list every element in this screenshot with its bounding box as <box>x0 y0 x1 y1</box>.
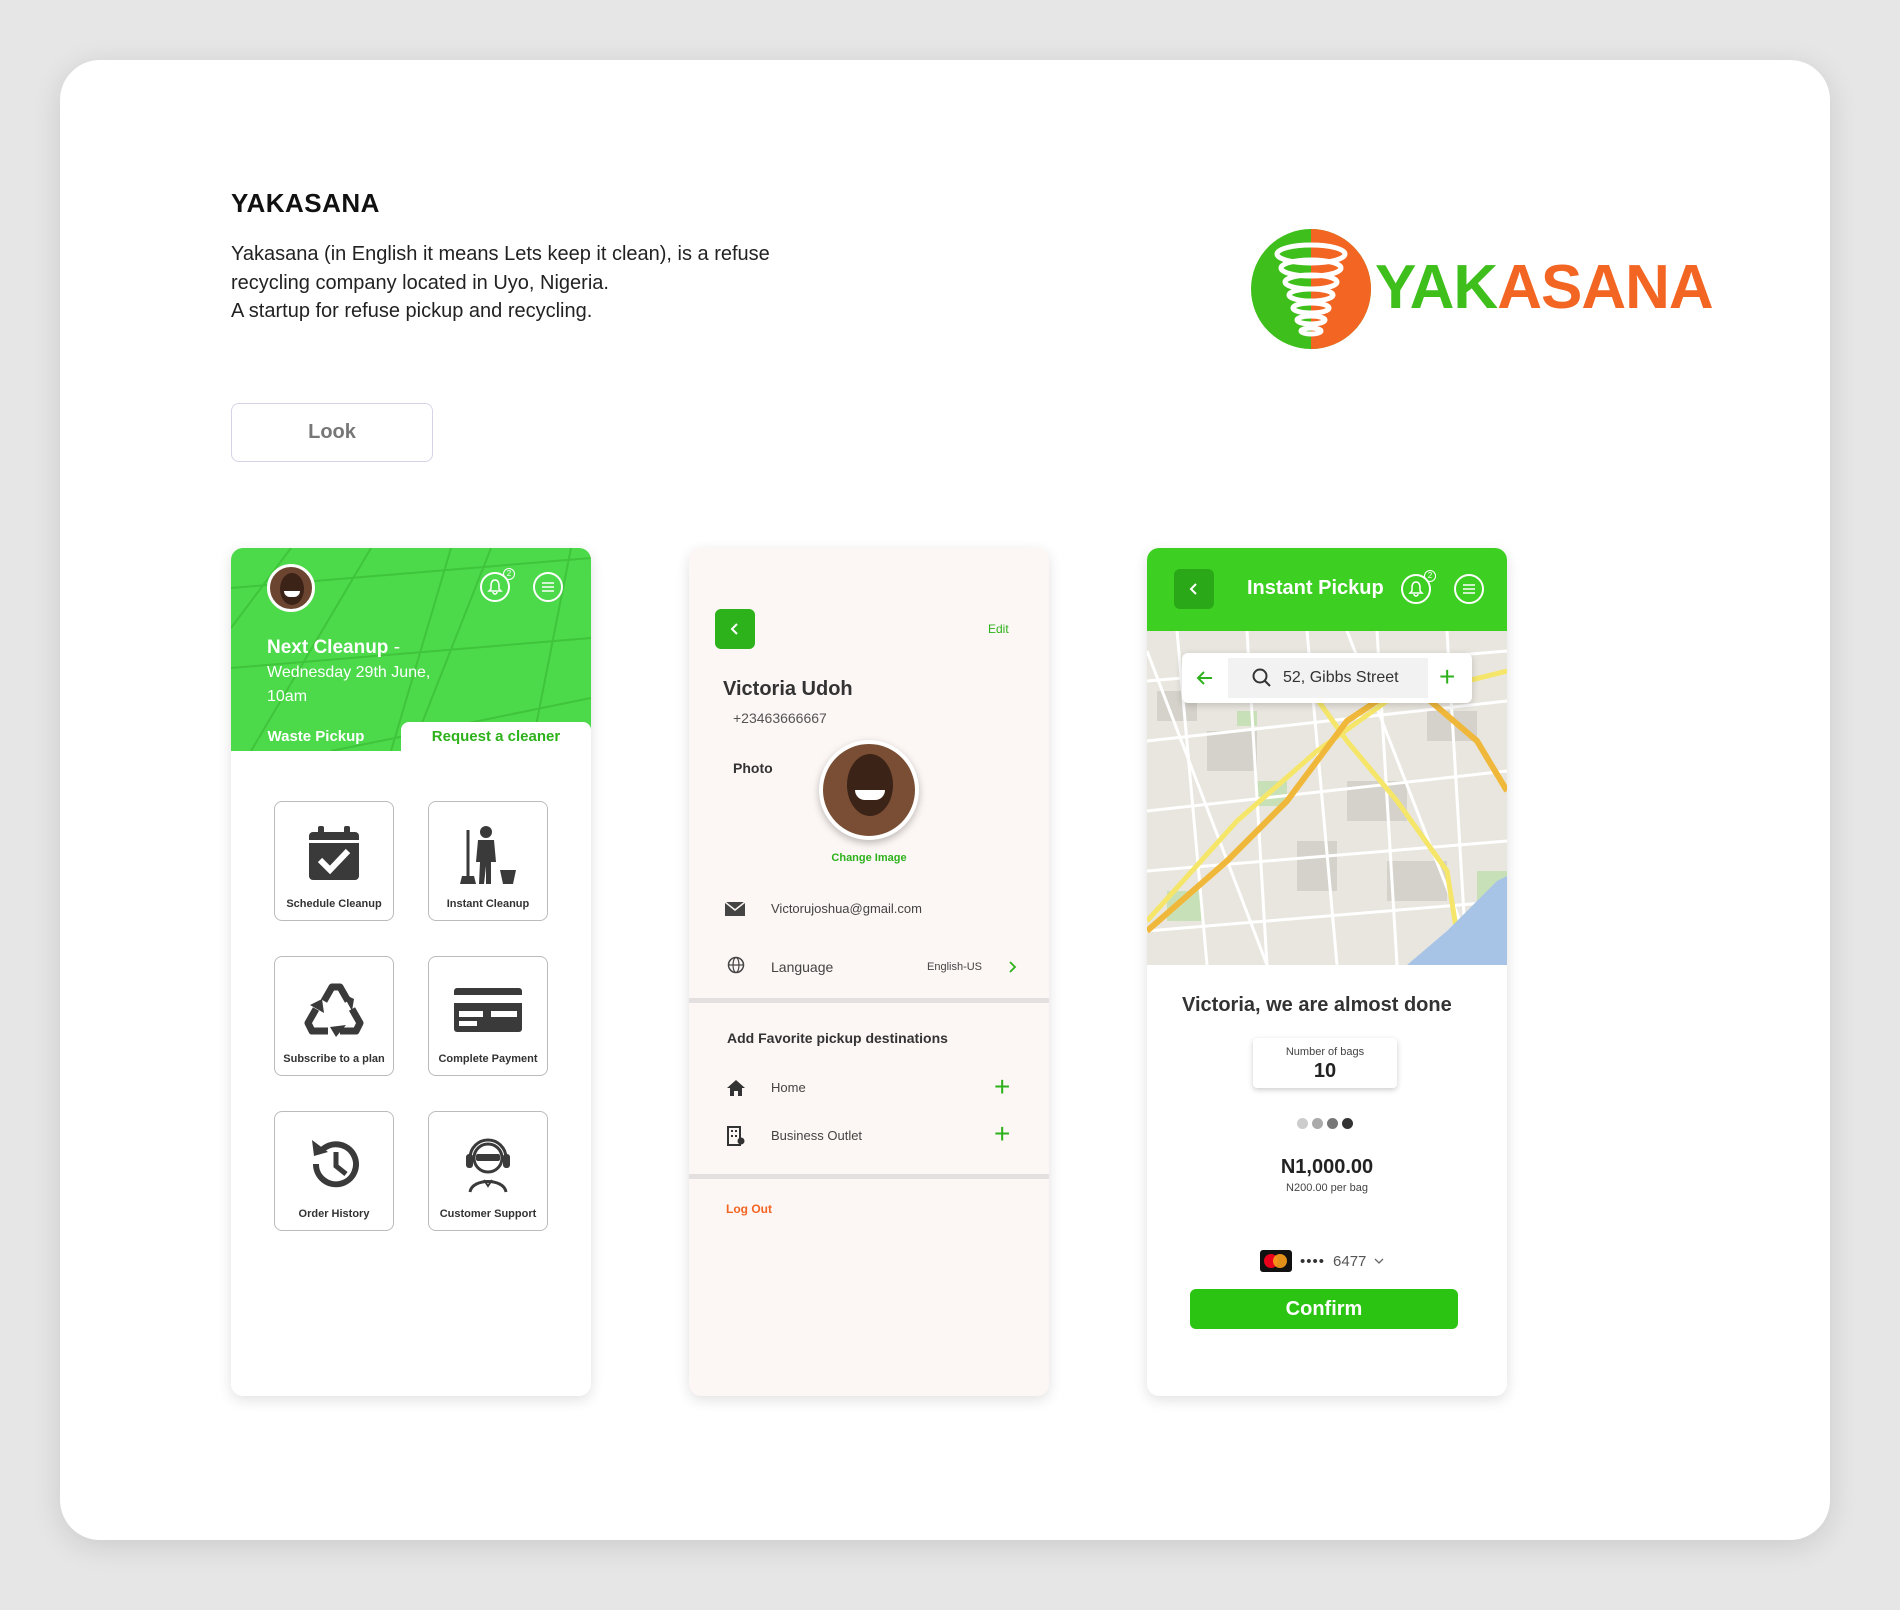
building-icon <box>727 1126 745 1146</box>
tile-schedule-cleanup[interactable]: Schedule Cleanup <box>274 801 394 921</box>
mastercard-icon <box>1260 1250 1292 1272</box>
tile-complete-payment[interactable]: Complete Payment <box>428 956 548 1076</box>
change-image-link[interactable]: Change Image <box>819 852 919 864</box>
progress-heading: Victoria, we are almost done <box>1182 994 1452 1016</box>
bags-value: 10 <box>1313 1060 1337 1082</box>
mail-icon <box>725 902 745 916</box>
language-label: Language <box>771 959 834 975</box>
description-line: Yakasana (in English it means Lets keep … <box>231 243 770 265</box>
search-value: 52, Gibbs Street <box>1283 669 1399 686</box>
pickup-header: Instant Pickup 2 <box>1147 548 1507 631</box>
notification-count: 2 <box>1424 570 1436 582</box>
divider <box>689 998 1049 1003</box>
menu-icon[interactable] <box>1454 574 1484 604</box>
destination-business-outlet: Business Outlet <box>771 1128 863 1143</box>
email-value: Victorujoshua@gmail.com <box>771 901 922 916</box>
tile-label: Instant Cleanup <box>446 898 530 910</box>
tile-label: Subscribe to a plan <box>283 1053 385 1065</box>
logout-link[interactable]: Log Out <box>726 1202 772 1216</box>
globe-icon <box>727 956 745 974</box>
back-button[interactable] <box>1174 569 1214 609</box>
tile-instant-cleanup[interactable]: Instant Cleanup <box>428 801 548 921</box>
tile-label: Customer Support <box>439 1208 537 1220</box>
card-mask: •••• <box>1300 1252 1326 1270</box>
look-button[interactable]: Look <box>231 403 433 462</box>
step-dot[interactable] <box>1327 1118 1338 1129</box>
calendar-check-icon <box>309 826 359 880</box>
location-search: 52, Gibbs Street + <box>1182 653 1472 703</box>
chevron-left-icon <box>1189 583 1197 595</box>
credit-card-icon <box>454 988 522 1032</box>
notification-count: 2 <box>503 568 515 580</box>
search-icon <box>1252 668 1271 687</box>
tile-label: Schedule Cleanup <box>286 898 382 910</box>
tab-request-cleaner[interactable]: Request a cleaner <box>401 722 591 751</box>
destination-home: Home <box>771 1080 806 1095</box>
tile-order-history[interactable]: Order History <box>274 1111 394 1231</box>
bags-counter[interactable]: Number of bags 10 <box>1253 1038 1397 1088</box>
favorites-title: Add Favorite pickup destinations <box>727 1030 948 1046</box>
add-business-button[interactable]: + <box>994 1120 1010 1148</box>
card-last4: 6477 <box>1333 1252 1367 1270</box>
pickup-screen: Instant Pickup 2 52, Gibbs Street + Vict… <box>1147 548 1507 1396</box>
home-header: 2 Next Cleanup - Wednesday 29th June, 10… <box>231 548 591 751</box>
home-icon <box>727 1080 745 1096</box>
project-description: Yakasana (in English it means Lets keep … <box>231 240 851 326</box>
yakasana-logo: YAKASANA <box>1250 228 1714 353</box>
divider <box>689 1174 1049 1179</box>
page-title: Instant Pickup <box>1247 577 1384 599</box>
step-dot[interactable] <box>1312 1118 1323 1129</box>
add-location-button[interactable]: + <box>1439 663 1455 691</box>
description-line: recycling company located in Uyo, Nigeri… <box>231 271 609 294</box>
tile-subscribe-plan[interactable]: Subscribe to a plan <box>274 956 394 1076</box>
add-home-button[interactable]: + <box>994 1073 1010 1101</box>
photo-label: Photo <box>733 760 773 776</box>
history-icon <box>312 1140 359 1188</box>
logo-mark-icon <box>1251 229 1371 349</box>
profile-avatar[interactable] <box>819 740 919 840</box>
back-button[interactable] <box>715 609 755 649</box>
price-per-bag: N200.00 per bag <box>1286 1182 1368 1194</box>
recycle-icon <box>304 983 364 1037</box>
chevron-left-icon <box>730 623 738 635</box>
menu-icon[interactable] <box>533 572 563 602</box>
support-agent-icon <box>466 1138 510 1193</box>
project-title: YAKASANA <box>231 188 380 218</box>
tab-waste-pickup[interactable]: Waste Pickup <box>231 722 401 751</box>
profile-name: Victoria Udoh <box>723 678 853 700</box>
arrow-left-icon[interactable] <box>1196 669 1214 687</box>
avatar[interactable] <box>267 564 315 612</box>
home-screen: 2 Next Cleanup - Wednesday 29th June, 10… <box>231 548 591 1396</box>
bags-label: Number of bags <box>1285 1046 1365 1058</box>
cleaner-icon <box>460 826 516 884</box>
step-dot[interactable] <box>1297 1118 1308 1129</box>
tile-label: Order History <box>298 1208 370 1220</box>
edit-link[interactable]: Edit <box>988 622 1009 636</box>
language-value[interactable]: English-US <box>927 961 982 973</box>
tile-label: Complete Payment <box>438 1053 538 1065</box>
profile-phone: +23463666667 <box>733 710 827 726</box>
confirm-button[interactable]: Confirm <box>1190 1289 1458 1329</box>
next-cleanup-date: Wednesday 29th June, 10am <box>267 664 431 705</box>
profile-screen: Edit Victoria Udoh +23463666667 Photo Ch… <box>689 548 1049 1396</box>
payment-card-select[interactable]: •••• 6477 <box>1260 1250 1384 1272</box>
logo-wordmark: YAKASANA <box>1375 253 1714 322</box>
next-cleanup-title: Next Cleanup - <box>267 637 401 658</box>
step-indicator <box>1297 1118 1353 1129</box>
step-dot[interactable] <box>1342 1118 1353 1129</box>
description-line: A startup for refuse pickup and recyclin… <box>231 300 593 322</box>
total-price: N1,000.00 <box>1280 1156 1374 1178</box>
tile-customer-support[interactable]: Customer Support <box>428 1111 548 1231</box>
chevron-down-icon <box>1374 1258 1384 1264</box>
chevron-right-icon[interactable] <box>1007 960 1017 974</box>
